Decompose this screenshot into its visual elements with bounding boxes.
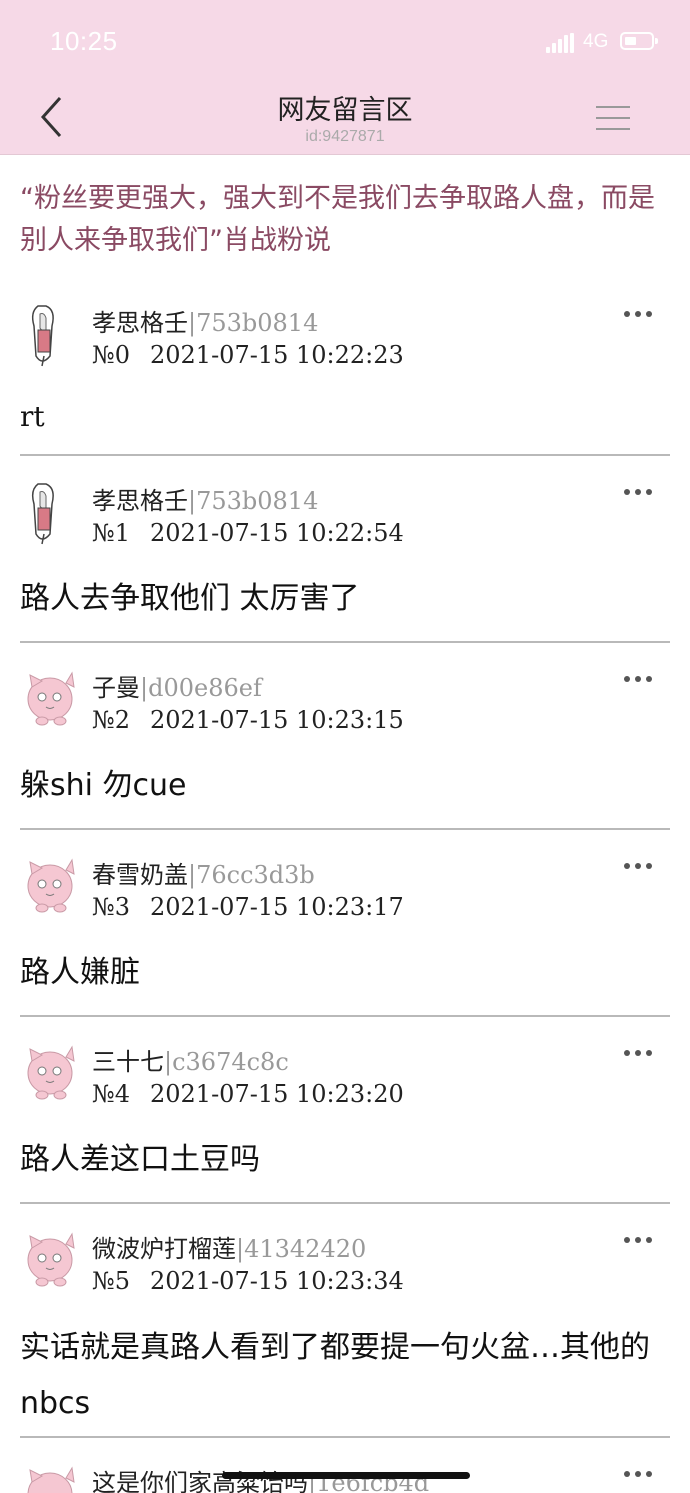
post-content: rt [20, 400, 45, 433]
post-item: 微波炉打榴莲|41342420 №5 2021-07-15 10:23:34 实话… [20, 1226, 670, 1431]
divider [20, 641, 670, 643]
avatar-figure-icon [31, 483, 54, 545]
divider [20, 1202, 670, 1204]
author-name[interactable]: 孝思格壬 [92, 487, 188, 515]
status-time: 10:25 [50, 26, 118, 56]
jigglypuff-avatar-icon [27, 1045, 75, 1100]
author-name[interactable]: 孝思格壬 [92, 309, 188, 337]
post-time: 2021-07-15 10:23:15 [149, 706, 404, 734]
post-content: 躲shi 勿cue [20, 768, 187, 803]
signal-icon [546, 33, 574, 53]
jigglypuff-avatar-icon [27, 671, 75, 726]
avatar-figure-icon [31, 305, 54, 367]
post-author: 子曼|d00e86ef [92, 674, 262, 702]
author-id: 753b0814 [196, 309, 319, 337]
post-time: 2021-07-15 10:23:34 [149, 1267, 404, 1295]
author-id: d00e86ef [148, 674, 262, 702]
post-author: 孝思格壬|753b0814 [92, 487, 319, 515]
post-number: №5 [92, 1267, 130, 1295]
post-number: №2 [92, 706, 130, 734]
post-content: 路人去争取他们 太厉害了 [20, 581, 360, 616]
divider [20, 1015, 670, 1017]
avatar[interactable] [20, 665, 80, 735]
avatar[interactable] [20, 478, 80, 548]
author-name[interactable]: 子曼 [92, 674, 140, 702]
post-author: 三十七|c3674c8c [92, 1048, 289, 1076]
thread-id: id:9427871 [305, 128, 385, 145]
divider [20, 454, 670, 456]
post-item: 子曼|d00e86ef №2 2021-07-15 10:23:15 躲shi 勿… [20, 665, 670, 825]
avatar[interactable] [20, 1039, 80, 1109]
post-time: 2021-07-15 10:22:54 [149, 519, 404, 547]
network-type: 4G [583, 31, 609, 52]
post-item: 三十七|c3674c8c №4 2021-07-15 10:23:20 路人差这口… [20, 1039, 670, 1199]
post-meta: №1 2021-07-15 10:22:54 [92, 519, 404, 547]
post-number: №3 [92, 893, 130, 921]
more-button[interactable] [622, 671, 654, 687]
divider [20, 1436, 670, 1438]
post-number: №1 [92, 519, 130, 547]
post-meta: №3 2021-07-15 10:23:17 [92, 893, 404, 921]
avatar[interactable] [20, 1226, 80, 1296]
author-id: 76cc3d3b [196, 861, 315, 889]
more-button[interactable] [622, 484, 654, 500]
menu-button[interactable] [596, 104, 634, 134]
post-item: 春雪奶盖|76cc3d3b №3 2021-07-15 10:23:17 路人嫌脏 [20, 852, 670, 1012]
page-title: 网友留言区 [277, 95, 413, 126]
post-author: 微波炉打榴莲|41342420 [92, 1235, 367, 1263]
divider [20, 828, 670, 830]
post-content: 路人差这口土豆吗 [20, 1142, 260, 1177]
jigglypuff-avatar-icon [27, 1466, 75, 1493]
avatar[interactable] [20, 852, 80, 922]
post-item: 孝思格壬|753b0814 №1 2021-07-15 10:22:54 路人去争… [20, 478, 670, 638]
status-bar: 10:25 4G [0, 0, 690, 84]
post-time: 2021-07-15 10:23:17 [149, 893, 404, 921]
author-name[interactable]: 春雪奶盖 [92, 861, 188, 889]
nav-bar: 网友留言区 id:9427871 [0, 84, 690, 155]
post-author: 春雪奶盖|76cc3d3b [92, 861, 315, 889]
avatar[interactable] [20, 300, 80, 370]
jigglypuff-avatar-icon [27, 1232, 75, 1287]
more-button[interactable] [622, 1045, 654, 1061]
post-author: 孝思格壬|753b0814 [92, 309, 319, 337]
jigglypuff-avatar-icon [27, 858, 75, 913]
post-time: 2021-07-15 10:22:23 [149, 341, 404, 369]
post-number: №0 [92, 341, 130, 369]
author-id: 753b0814 [196, 487, 319, 515]
avatar[interactable] [20, 1460, 80, 1493]
post-number: №4 [92, 1080, 130, 1108]
post-meta: №0 2021-07-15 10:22:23 [92, 341, 404, 369]
author-id: c3674c8c [172, 1048, 289, 1076]
post-meta: №4 2021-07-15 10:23:20 [92, 1080, 404, 1108]
post-meta: №5 2021-07-15 10:23:34 [92, 1267, 404, 1295]
post-content: 路人嫌脏 [20, 955, 140, 990]
more-button[interactable] [622, 1466, 654, 1482]
post-meta: №2 2021-07-15 10:23:15 [92, 706, 404, 734]
author-id: 41342420 [244, 1235, 367, 1263]
post-content: 实话就是真路人看到了都要提一句火盆…其他的nbcs [20, 1330, 650, 1421]
home-indicator[interactable] [222, 1472, 470, 1479]
more-button[interactable] [622, 306, 654, 322]
author-name[interactable]: 微波炉打榴莲 [92, 1235, 236, 1263]
post-item: 孝思格壬|753b0814 №0 2021-07-15 10:22:23 rt [20, 300, 670, 450]
post-time: 2021-07-15 10:23:20 [149, 1080, 404, 1108]
author-name[interactable]: 三十七 [92, 1048, 164, 1076]
thread-title: “粉丝要更强大，强大到不是我们去争取路人盘，而是别人来争取我们”肖战粉说 [20, 183, 655, 256]
more-button[interactable] [622, 858, 654, 874]
battery-icon [620, 32, 658, 50]
more-button[interactable] [622, 1232, 654, 1248]
